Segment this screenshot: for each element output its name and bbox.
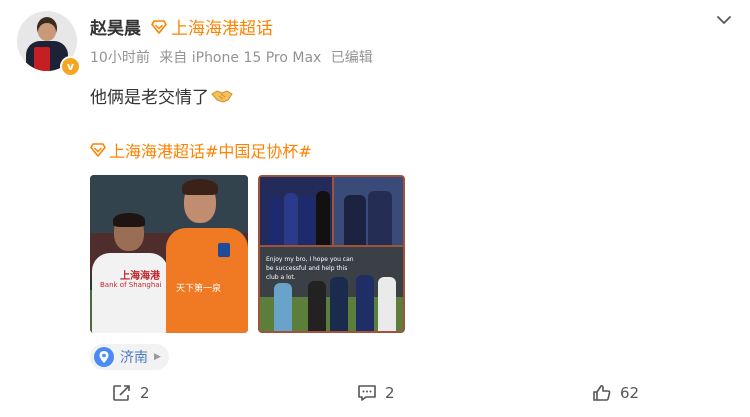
- topic-tag-link[interactable]: 上海海港超话: [109, 138, 205, 162]
- jersey-text: 上海海港: [120, 271, 160, 282]
- author-name[interactable]: 赵昊晨: [90, 14, 141, 39]
- comment-button[interactable]: 2: [357, 384, 395, 402]
- topic-tags: 上海海港超话 #中国足协杯#: [90, 138, 312, 162]
- post-text: 他俩是老交情了: [90, 83, 233, 108]
- hashtag-link[interactable]: #中国足协杯#: [205, 138, 312, 162]
- share-button[interactable]: 2: [112, 384, 150, 402]
- diamond-icon: [151, 19, 167, 34]
- shirt-text: 天下第一泉: [176, 284, 222, 294]
- post-time[interactable]: 10小时前: [90, 50, 150, 66]
- author-topic-label: 上海海港超话: [171, 19, 273, 39]
- post-source: 来自 iPhone 15 Pro Max: [159, 50, 322, 66]
- post-meta: 10小时前 来自 iPhone 15 Pro Max 已编辑: [90, 47, 378, 67]
- thumbs-up-icon: [593, 385, 611, 401]
- chevron-down-icon[interactable]: [716, 14, 732, 26]
- map-pin-icon: [94, 347, 114, 367]
- chevron-right-icon: ▶: [154, 352, 161, 362]
- post-text-body: 他俩是老交情了: [90, 88, 209, 108]
- comment-count: 2: [385, 384, 395, 402]
- like-button[interactable]: 62: [592, 384, 639, 402]
- like-count: 62: [620, 384, 640, 402]
- share-count: 2: [140, 384, 150, 402]
- diamond-icon: [90, 143, 106, 157]
- location-chip[interactable]: 济南 ▶: [90, 344, 169, 370]
- jersey-sponsor-text: Bank of Shanghai: [100, 281, 162, 289]
- handshake-icon: [211, 89, 233, 103]
- location-label: 济南: [120, 350, 148, 366]
- author-topic-link[interactable]: 上海海港超话: [151, 14, 273, 39]
- post-photo-2[interactable]: Enjoy my bro, I hope you can be successf…: [258, 175, 405, 333]
- share-icon: [113, 385, 130, 401]
- comment-icon: [358, 385, 376, 401]
- verified-badge-icon: v: [60, 56, 81, 77]
- post-edited[interactable]: 已编辑: [331, 50, 373, 66]
- post-photo-1[interactable]: 上海海港 Bank of Shanghai 天下第一泉: [90, 175, 248, 333]
